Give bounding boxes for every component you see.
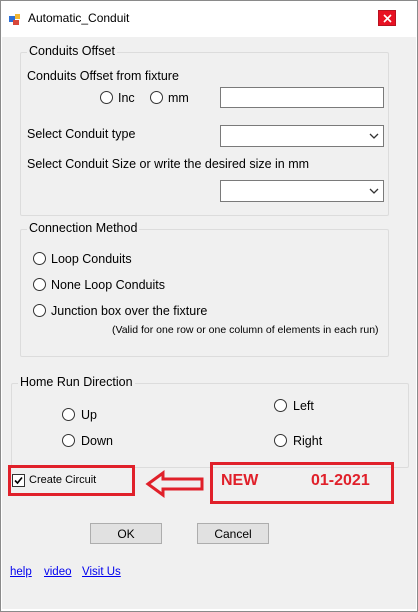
radio-left[interactable] (274, 399, 287, 412)
new-label: NEW (221, 472, 259, 489)
radio-junction-box[interactable] (33, 304, 46, 317)
left-label[interactable]: Left (293, 399, 314, 413)
radio-inc[interactable] (100, 91, 113, 104)
radio-loop-conduits[interactable] (33, 252, 46, 265)
junction-box-note: (Valid for one row or one column of elem… (112, 324, 379, 336)
close-icon (382, 13, 392, 23)
checkmark-icon (14, 476, 23, 485)
title-bar[interactable]: Automatic_Conduit (1, 1, 417, 37)
release-date: 01-2021 (311, 472, 370, 489)
radio-down[interactable] (62, 434, 75, 447)
conduits-offset-title: Conduits Offset (27, 44, 117, 58)
window-title: Automatic_Conduit (28, 11, 130, 25)
create-circuit-label[interactable]: Create Circuit (29, 474, 96, 486)
help-link[interactable]: help (10, 566, 32, 578)
loop-conduits-label[interactable]: Loop Conduits (51, 252, 132, 266)
connection-method-title: Connection Method (27, 221, 140, 235)
none-loop-conduits-label[interactable]: None Loop Conduits (51, 278, 165, 292)
cancel-button[interactable]: Cancel (197, 523, 269, 544)
conduit-size-label: Select Conduit Size or write the desired… (27, 157, 310, 171)
conduit-size-select[interactable] (220, 180, 384, 202)
radio-mm[interactable] (150, 91, 163, 104)
radio-mm-label[interactable]: mm (168, 91, 189, 105)
create-circuit-checkbox[interactable] (12, 474, 25, 487)
offset-value-input[interactable] (220, 87, 384, 108)
connection-method-group: Connection Method (20, 221, 389, 357)
radio-right[interactable] (274, 434, 287, 447)
down-label[interactable]: Down (81, 434, 113, 448)
red-arrow-annotation-icon (145, 470, 204, 498)
radio-inc-label[interactable]: Inc (118, 91, 135, 105)
chevron-down-icon (369, 133, 379, 139)
radio-up[interactable] (62, 408, 75, 421)
radio-none-loop-conduits[interactable] (33, 278, 46, 291)
conduit-type-select[interactable] (220, 125, 384, 147)
right-label[interactable]: Right (293, 434, 322, 448)
chevron-down-icon (369, 188, 379, 194)
video-link[interactable]: video (44, 566, 72, 578)
ok-button[interactable]: OK (90, 523, 162, 544)
close-button[interactable] (378, 10, 396, 26)
conduits-offset-label: Conduits Offset from fixture (27, 69, 179, 83)
up-label[interactable]: Up (81, 408, 97, 422)
dialog-body: Conduits Offset Conduits Offset from fix… (2, 37, 416, 609)
home-run-direction-group: Home Run Direction (11, 375, 409, 468)
junction-box-label[interactable]: Junction box over the fixture (51, 304, 207, 318)
automatic-conduit-window: Automatic_Conduit Conduits Offset Condui… (0, 0, 418, 612)
visit-us-link[interactable]: Visit Us (82, 566, 121, 578)
home-run-direction-title: Home Run Direction (18, 375, 135, 389)
conduit-type-label: Select Conduit type (27, 127, 136, 141)
form-app-icon (9, 14, 20, 25)
